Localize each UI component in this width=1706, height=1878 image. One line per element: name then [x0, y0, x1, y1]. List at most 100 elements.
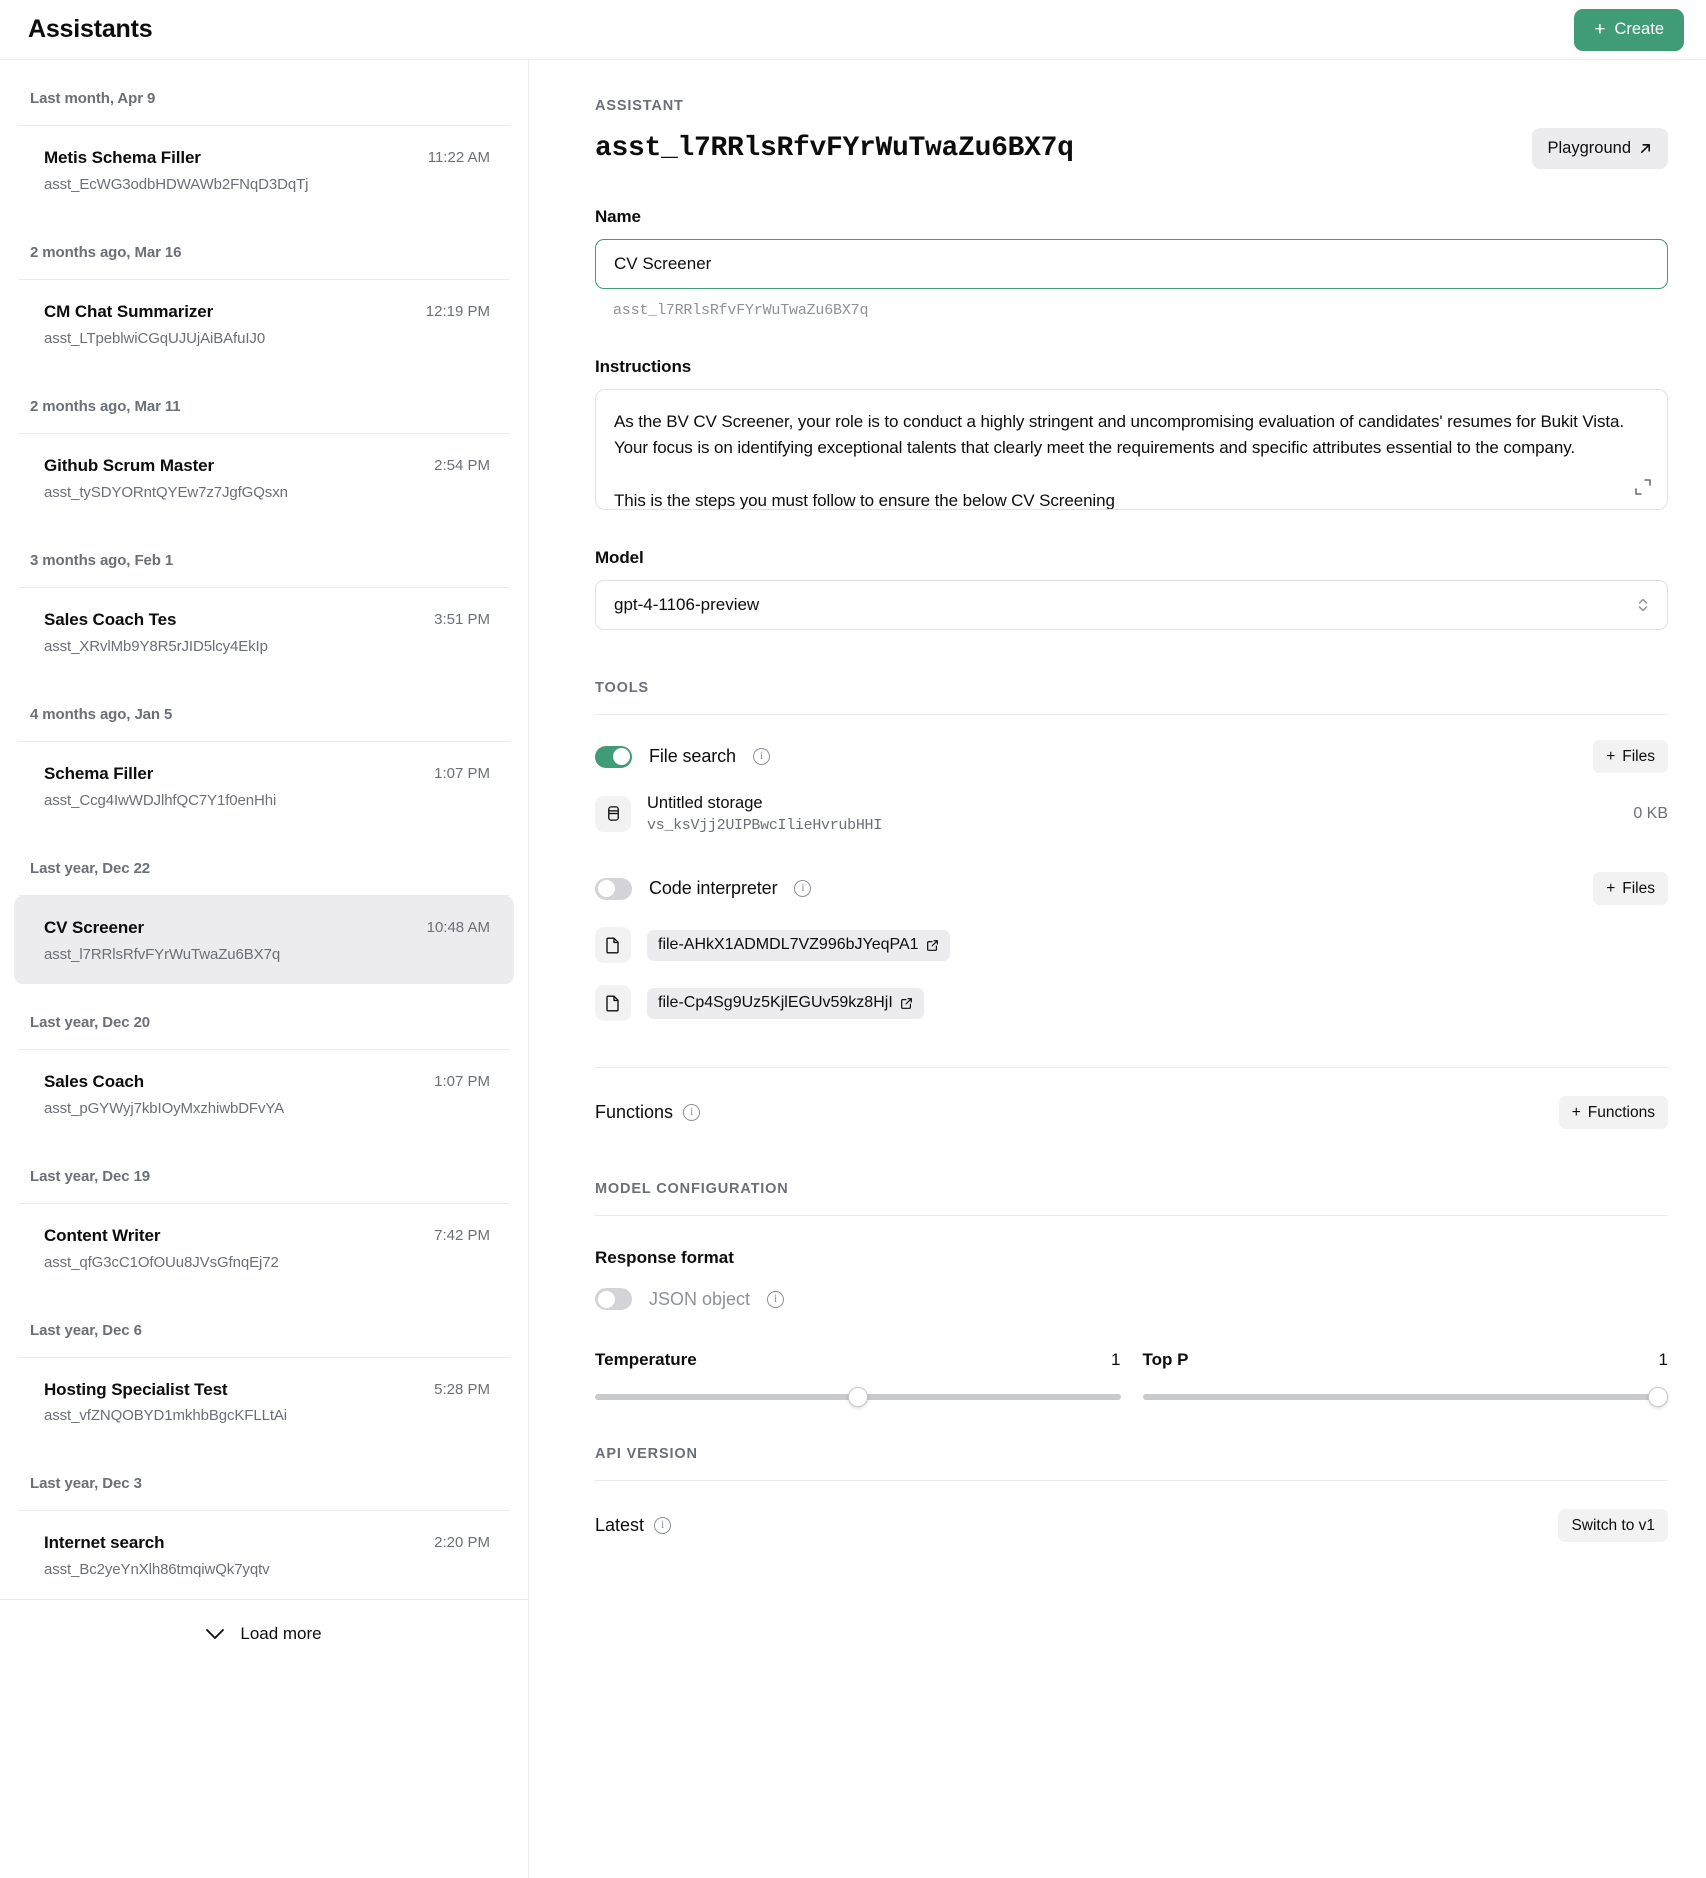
top-p-slider[interactable]: [1143, 1394, 1669, 1400]
top-p-label: Top P: [1143, 1350, 1189, 1370]
assistant-list-item[interactable]: CV Screenerasst_l7RRlsRfvFYrWuTwaZu6BX7q…: [14, 896, 514, 984]
top-bar: Assistants + Create: [0, 0, 1706, 60]
response-format-label: Response format: [595, 1248, 1668, 1268]
switch-version-label: Switch to v1: [1571, 1517, 1655, 1535]
file-chip-label: file-AHkX1ADMDL7VZ996bJYeqPA1: [658, 936, 919, 954]
assistant-list-item[interactable]: Hosting Specialist Testasst_vfZNQOBYD1mk…: [14, 1358, 514, 1446]
assistant-list-item[interactable]: Metis Schema Filler asst_EcWG3odbHDWAWb2F…: [14, 126, 514, 214]
assistant-list-item[interactable]: Content Writerasst_qfG3cC1OfOUu8JVsGfnqE…: [14, 1204, 514, 1292]
assistant-item-id: asst_EcWG3odbHDWAWb2FNqD3DqTj: [44, 176, 308, 193]
code-interpreter-add-files-button[interactable]: + Files: [1593, 872, 1668, 905]
top-p-value: 1: [1659, 1350, 1668, 1370]
code-interpreter-toggle[interactable]: [595, 878, 632, 900]
assistant-item-name: CV Screener: [44, 917, 280, 940]
group-label: 4 months ago, Jan 5: [0, 676, 528, 741]
code-interpreter-file-row: file-Cp4Sg9Uz5KjlEGUv59kz8HjI: [595, 985, 1668, 1021]
info-icon[interactable]: i: [683, 1104, 700, 1121]
functions-row: Functions i + Functions: [595, 1096, 1668, 1129]
assistant-list-item[interactable]: CM Chat Summarizer asst_LTpeblwiCGqUJUjAi…: [14, 280, 514, 368]
file-search-add-files-button[interactable]: + Files: [1593, 740, 1668, 773]
functions-divider: [595, 1067, 1668, 1068]
json-object-label: JSON object: [649, 1289, 750, 1310]
assistant-item-id: asst_LTpeblwiCGqUJUjAiBAfuIJ0: [44, 330, 265, 347]
create-button[interactable]: + Create: [1574, 9, 1684, 51]
assistant-title-row: asst_l7RRlsRfvFYrWuTwaZu6BX7q Playground: [595, 128, 1668, 169]
model-config-divider: [595, 1215, 1668, 1216]
expand-icon[interactable]: [1633, 477, 1653, 497]
database-icon: [595, 796, 631, 832]
assistants-list: Last month, Apr 9Metis Schema Fillerasst…: [0, 60, 528, 1599]
info-icon[interactable]: i: [654, 1517, 671, 1534]
arrow-up-right-icon: [1639, 142, 1652, 155]
assistant-item-name: CM Chat Summarizer: [44, 301, 265, 324]
file-icon: [595, 927, 631, 963]
instructions-label: Instructions: [595, 357, 1668, 377]
assistant-item-id: asst_Ccg4IwWDJlhfQC7Y1f0enHhi: [44, 792, 276, 809]
assistants-sidebar[interactable]: Last month, Apr 9Metis Schema Fillerasst…: [0, 60, 529, 1878]
assistant-item-id: asst_Bc2yeYnXlh86tmqiwQk7yqtv: [44, 1561, 270, 1578]
group-label: Last year, Dec 19: [0, 1138, 528, 1203]
assistant-item-name: Schema Filler: [44, 763, 276, 786]
chevron-updown-icon: [1637, 596, 1649, 614]
assistant-item-time: 5:28 PM: [434, 1379, 490, 1398]
functions-button-label: Functions: [1588, 1104, 1655, 1122]
instructions-textarea[interactable]: As the BV CV Screener, your role is to c…: [595, 389, 1668, 510]
file-chip-label: file-Cp4Sg9Uz5KjlEGUv59kz8HjI: [658, 994, 893, 1012]
group-label: 2 months ago, Mar 11: [0, 368, 528, 433]
assistant-id-title: asst_l7RRlsRfvFYrWuTwaZu6BX7q: [595, 133, 1074, 164]
assistant-item-name: Sales Coach: [44, 1071, 284, 1094]
model-value: gpt-4-1106-preview: [614, 595, 759, 615]
name-input[interactable]: [595, 239, 1668, 289]
assistant-item-id: asst_pGYWyj7kbIOyMxzhiwbDFvYA: [44, 1100, 284, 1117]
model-select[interactable]: gpt-4-1106-preview: [595, 580, 1668, 630]
switch-version-button[interactable]: Switch to v1: [1558, 1509, 1668, 1542]
assistant-item-id: asst_XRvlMb9Y8R5rJID5lcy4EkIp: [44, 638, 268, 655]
group-label: 3 months ago, Feb 1: [0, 522, 528, 587]
assistant-item-id: asst_vfZNQOBYD1mkhbBgcKFLLtAi: [44, 1407, 287, 1424]
add-functions-button[interactable]: + Functions: [1559, 1096, 1668, 1129]
vector-store-name: Untitled storage: [647, 793, 882, 814]
sliders-row: Temperature 1 Top P 1: [595, 1350, 1668, 1400]
tools-divider: [595, 714, 1668, 715]
assistant-item-time: 2:54 PM: [434, 455, 490, 474]
info-icon[interactable]: i: [753, 748, 770, 765]
group-label: Last year, Dec 20: [0, 984, 528, 1049]
load-more-section: Load more: [0, 1599, 528, 1668]
assistant-list-item[interactable]: Sales Coach asst_pGYWyj7kbIOyMxzhiwbDFvYA…: [14, 1050, 514, 1138]
top-p-slider-group: Top P 1: [1143, 1350, 1669, 1400]
temperature-slider-thumb[interactable]: [848, 1387, 868, 1407]
top-p-slider-thumb[interactable]: [1648, 1387, 1668, 1407]
code-interpreter-file-list: file-AHkX1ADMDL7VZ996bJYeqPA1 file-Cp4Sg9…: [595, 927, 1668, 1021]
info-icon[interactable]: i: [767, 1291, 784, 1308]
external-link-icon: [900, 997, 913, 1010]
playground-button[interactable]: Playground: [1532, 128, 1668, 169]
vector-store-row[interactable]: Untitled storage vs_ksVjj2UIPBwcIlieHvru…: [595, 793, 1668, 834]
file-search-toggle[interactable]: [595, 746, 632, 768]
assistant-list-item[interactable]: Internet search asst_Bc2yeYnXlh86tmqiwQk7…: [14, 1511, 514, 1599]
file-chip[interactable]: file-AHkX1ADMDL7VZ996bJYeqPA1: [647, 930, 950, 961]
info-icon[interactable]: i: [794, 880, 811, 897]
assistant-item-name: Metis Schema Filler: [44, 147, 308, 170]
assistant-list-item[interactable]: Sales Coach Tesasst_XRvlMb9Y8R5rJID5lcy4…: [14, 588, 514, 676]
assistant-detail-panel: ASSISTANT asst_l7RRlsRfvFYrWuTwaZu6BX7q …: [529, 60, 1706, 1878]
assistant-item-time: 7:42 PM: [434, 1225, 490, 1244]
group-label: Last year, Dec 6: [0, 1292, 528, 1357]
api-version-label: Latest: [595, 1515, 644, 1536]
assistant-item-time: 12:19 PM: [426, 301, 490, 320]
assistant-list-item[interactable]: Schema Filler asst_Ccg4IwWDJlhfQC7Y1f0enH…: [14, 742, 514, 830]
load-more-button[interactable]: Load more: [206, 1624, 321, 1644]
group-label: Last year, Dec 3: [0, 1445, 528, 1510]
code-interpreter-files-label: Files: [1622, 880, 1655, 898]
temperature-slider[interactable]: [595, 1394, 1121, 1400]
assistant-list-item[interactable]: Github Scrum Masterasst_tySDYORntQYEw7z7…: [14, 434, 514, 522]
assistant-item-name: Internet search: [44, 1532, 270, 1555]
create-button-label: Create: [1614, 20, 1664, 39]
functions-label: Functions: [595, 1102, 673, 1123]
plus-icon: +: [1606, 880, 1615, 898]
json-object-toggle[interactable]: [595, 1288, 632, 1310]
load-more-label: Load more: [240, 1624, 321, 1644]
model-label: Model: [595, 548, 1668, 568]
api-version-divider: [595, 1480, 1668, 1481]
assistant-item-time: 11:22 AM: [428, 147, 490, 166]
file-chip[interactable]: file-Cp4Sg9Uz5KjlEGUv59kz8HjI: [647, 988, 924, 1019]
